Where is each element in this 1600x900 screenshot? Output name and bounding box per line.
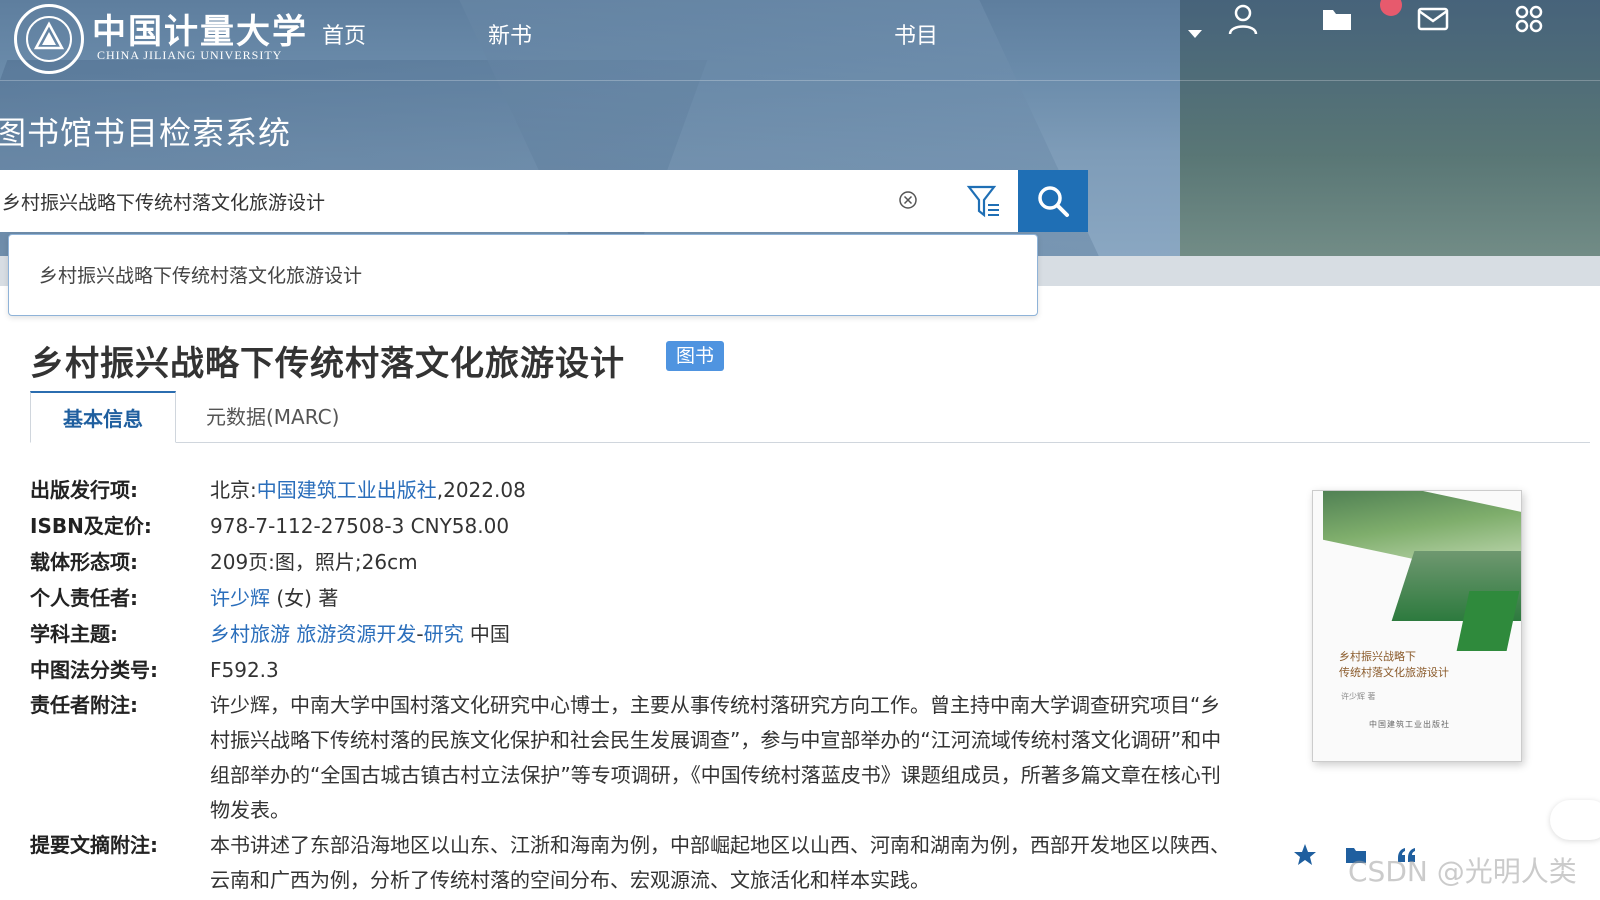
- clear-icon[interactable]: [898, 190, 918, 210]
- field-label: 责任者附注:: [30, 693, 138, 717]
- nav-catalog[interactable]: 书目: [894, 18, 938, 50]
- mail-icon[interactable]: [1416, 2, 1450, 36]
- field-value: 本书讲述了东部沿海地区以山东、江浙和海南为例，中部崛起地区以山西、河南和湖南为例…: [210, 833, 1230, 892]
- search-bar: [0, 170, 1018, 232]
- suggestion-item[interactable]: 乡村振兴战略下传统村落文化旅游设计: [39, 261, 362, 288]
- publication-date: ,2022.08: [436, 478, 526, 502]
- floating-side-button[interactable]: [1550, 800, 1600, 840]
- field-value: F592.3: [210, 658, 279, 682]
- search-icon: [1038, 186, 1069, 217]
- search-input[interactable]: [0, 170, 880, 232]
- book-title: 乡村振兴战略下传统村落文化旅游设计: [30, 344, 625, 384]
- cover-title-line: 传统村落文化旅游设计: [1339, 666, 1449, 679]
- info-row-author-note: 责任者附注: 许少辉，中南大学中国村落文化研究中心博士，主要从事传统村落研究方向…: [30, 688, 1250, 828]
- field-value: 209页:图，照片;26cm: [210, 550, 418, 574]
- university-name-en: CHINA JILIANG UNIVERSITY: [97, 48, 283, 62]
- university-name: 中国计量大学: [92, 12, 308, 52]
- field-label: 载体形态项:: [30, 550, 138, 574]
- watermark: CSDN @光明人类: [1348, 855, 1577, 888]
- info-row-physical: 载体形态项: 209页:图，照片;26cm: [30, 544, 1250, 580]
- subject-region: 中国: [463, 622, 510, 646]
- field-value: 北京:中国建筑工业出版社,2022.08: [210, 472, 1240, 508]
- book-cover-image[interactable]: 乡村振兴战略下传统村落文化旅游设计 许少辉 著 中国建筑工业出版社: [1312, 490, 1522, 762]
- field-label: 出版发行项:: [30, 478, 138, 502]
- field-value: 978-7-112-27508-3 CNY58.00: [210, 514, 510, 538]
- system-title: 图书馆书目检索系统: [0, 114, 292, 152]
- nav-new-books[interactable]: 新书: [488, 18, 532, 50]
- chevron-down-icon[interactable]: [1188, 30, 1202, 38]
- banner-background-shape: [1180, 0, 1600, 256]
- search-button[interactable]: [1018, 170, 1088, 232]
- folder-icon[interactable]: [1320, 2, 1354, 36]
- info-row-subject: 学科主题: 乡村旅游 旅游资源开发-研究 中国: [30, 616, 1250, 652]
- info-row-author: 个人责任者: 许少辉 (女) 著: [30, 580, 1250, 616]
- subject-link[interactable]: 旅游资源开发: [296, 622, 416, 646]
- field-label: 个人责任者:: [30, 586, 138, 610]
- field-label: ISBN及定价:: [30, 514, 152, 538]
- cover-author: 许少辉 著: [1341, 692, 1376, 701]
- type-badge: 图书: [666, 341, 725, 371]
- user-icon[interactable]: [1226, 2, 1260, 36]
- cover-title: 乡村振兴战略下传统村落文化旅游设计: [1339, 649, 1449, 681]
- field-label: 学科主题:: [30, 622, 118, 646]
- book-info-list: 出版发行项: 北京:中国建筑工业出版社,2022.08 ISBN及定价: 978…: [30, 472, 1250, 898]
- subject-link[interactable]: 乡村旅游: [210, 622, 290, 646]
- header-divider: [0, 80, 1600, 81]
- logo-emblem-icon: [26, 16, 72, 62]
- search-suggestion-dropdown: 乡村振兴战略下传统村落文化旅游设计: [8, 234, 1038, 316]
- subject-separator: -: [416, 622, 424, 646]
- info-row-publication: 出版发行项: 北京:中国建筑工业出版社,2022.08: [30, 472, 1250, 508]
- info-row-abstract: 提要文摘附注: 本书讲述了东部沿海地区以山东、江浙和海南为例，中部崛起地区以山西…: [30, 828, 1250, 898]
- field-label: 中图法分类号:: [30, 658, 158, 682]
- cover-publisher: 中国建筑工业出版社: [1369, 720, 1450, 729]
- info-row-classification: 中图法分类号: F592.3: [30, 652, 1250, 688]
- field-value: 乡村旅游 旅游资源开发-研究 中国: [210, 616, 1240, 652]
- filter-icon[interactable]: [966, 183, 1002, 219]
- field-value: 许少辉，中南大学中国村落文化研究中心博士，主要从事传统村落研究方向工作。曾主持中…: [210, 693, 1222, 822]
- tab-basic-info[interactable]: 基本信息: [30, 391, 176, 443]
- apps-icon[interactable]: [1512, 2, 1546, 36]
- publication-place: 北京:: [210, 478, 257, 502]
- field-value: 许少辉 (女) 著: [210, 580, 1240, 616]
- detail-tabs: 基本信息 元数据(MARC): [30, 391, 1590, 443]
- star-icon[interactable]: [1292, 842, 1318, 868]
- tab-marc[interactable]: 元数据(MARC): [206, 391, 339, 443]
- field-label: 提要文摘附注:: [30, 833, 158, 857]
- publisher-link[interactable]: 中国建筑工业出版社: [257, 478, 437, 502]
- nav-home[interactable]: 首页: [322, 18, 366, 50]
- author-role: (女) 著: [270, 586, 339, 610]
- cover-title-line: 乡村振兴战略下: [1339, 650, 1416, 663]
- info-row-isbn: ISBN及定价: 978-7-112-27508-3 CNY58.00: [30, 508, 1250, 544]
- university-logo[interactable]: [14, 4, 84, 74]
- author-link[interactable]: 许少辉: [210, 586, 270, 610]
- subject-link[interactable]: 研究: [424, 622, 464, 646]
